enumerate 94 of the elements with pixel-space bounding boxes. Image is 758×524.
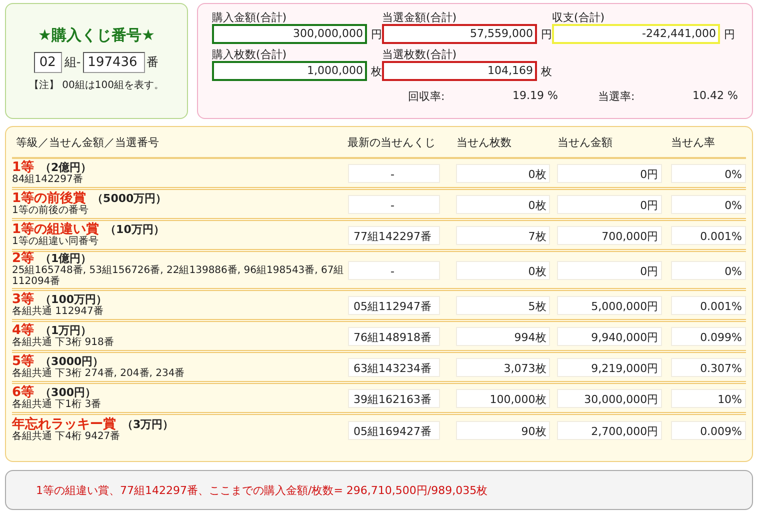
total-field: 1,000,000 bbox=[212, 61, 367, 81]
grade-label: 1等の組違い賞 bbox=[12, 222, 100, 236]
winning-numbers: 各組共通 下3桁 274番, 204番, 234番 bbox=[12, 368, 186, 378]
total-label: 購入枚数(合計) bbox=[212, 47, 288, 61]
table-cell: - bbox=[348, 260, 440, 280]
table-cell: 5,000,000円 bbox=[557, 296, 662, 314]
grade-label: 5等 bbox=[12, 354, 34, 368]
table-cell: 05組169427番 bbox=[348, 421, 440, 440]
table-cell: 0円 bbox=[557, 260, 662, 280]
table-cell: 10% bbox=[671, 388, 746, 408]
group-unit: 組- bbox=[64, 54, 81, 71]
table-cell: 700,000円 bbox=[557, 226, 662, 244]
ratio-value: 10.42 % bbox=[692, 89, 738, 104]
total-field: 104,169 bbox=[382, 61, 537, 81]
table-cell: - bbox=[348, 164, 440, 182]
table-cell: 0枚 bbox=[456, 194, 550, 214]
table-cell: 7枚 bbox=[456, 226, 550, 244]
table-cell: 63組143234番 bbox=[348, 358, 440, 376]
unit-label: 円 bbox=[541, 26, 552, 42]
winning-numbers: 各組共通 下4桁 9427番 bbox=[12, 431, 122, 442]
total-field: 57,559,000 bbox=[382, 24, 537, 44]
note-text: 【注】 00組は100組を表す。 bbox=[29, 78, 164, 92]
winning-numbers: 25組165748番, 53組156726番, 22組139886番, 96組198543番, 67組112094番 bbox=[12, 265, 345, 287]
table-cell: 0.099% bbox=[671, 326, 746, 346]
ratio-label: 回収率: bbox=[408, 89, 446, 104]
table-cell: 0.001% bbox=[671, 296, 746, 314]
grade-label: 1等の前後賞 bbox=[12, 190, 86, 206]
table-cell: 0枚 bbox=[456, 260, 550, 280]
table-cell: 05組112947番 bbox=[348, 296, 440, 314]
table-cell: 0% bbox=[671, 260, 746, 280]
table-cell: 0.307% bbox=[671, 358, 746, 376]
grade-label: 2等 bbox=[12, 251, 34, 266]
total-field: 300,000,000 bbox=[212, 24, 367, 44]
total-label: 購入金額(合計) bbox=[212, 10, 288, 24]
total-label: 当選枚数(合計) bbox=[382, 47, 458, 61]
unit-label: 枚 bbox=[371, 64, 382, 78]
prize-amount: （2億円） bbox=[40, 160, 92, 174]
grade-label: 1等 bbox=[12, 160, 34, 174]
column-header: 当せん金額 bbox=[557, 134, 614, 150]
winning-numbers: 各組共通 下1桁 3番 bbox=[12, 398, 102, 410]
prize-amount: （300円） bbox=[40, 386, 96, 398]
table-cell: 3,073枚 bbox=[456, 358, 550, 376]
table-cell: 9,940,000円 bbox=[557, 326, 662, 346]
table-cell: 30,000,000円 bbox=[557, 388, 662, 408]
column-header: 等級／当せん金額／当選番号 bbox=[15, 134, 160, 150]
winning-numbers: 各組共通 112947番 bbox=[12, 306, 104, 316]
table-cell: 90枚 bbox=[456, 421, 550, 440]
table-cell: 5枚 bbox=[456, 296, 550, 314]
grade-label: 年忘れラッキー賞 bbox=[12, 417, 116, 432]
number-field[interactable]: 197436 bbox=[82, 52, 145, 73]
grade-label: 6等 bbox=[12, 384, 34, 400]
prize-amount: （10万円） bbox=[105, 222, 164, 236]
unit-label: 円 bbox=[724, 26, 735, 42]
table-cell: 76組148918番 bbox=[348, 326, 440, 346]
table-cell: 994枚 bbox=[456, 326, 550, 346]
table-cell: - bbox=[348, 194, 440, 214]
grade-label: 4等 bbox=[12, 322, 34, 338]
prize-amount: （1億円） bbox=[40, 252, 92, 265]
table-cell: 0円 bbox=[557, 164, 662, 182]
table-cell: 9,219,000円 bbox=[557, 358, 662, 376]
prize-amount: （1万円） bbox=[40, 324, 92, 336]
table-cell: 0.001% bbox=[671, 226, 746, 244]
table-cell: 0% bbox=[671, 194, 746, 214]
unit-label: 枚 bbox=[541, 64, 552, 78]
unit-label: 円 bbox=[371, 26, 382, 42]
table-cell: 0.009% bbox=[671, 421, 746, 440]
number-unit: 番 bbox=[146, 54, 159, 71]
prize-amount: （5000万円） bbox=[92, 192, 167, 204]
table-cell: 39組162163番 bbox=[348, 388, 440, 408]
column-header: 当せん枚数 bbox=[456, 134, 512, 150]
ratio-value: 19.19 % bbox=[512, 89, 558, 104]
group-field[interactable]: 02 bbox=[34, 52, 62, 73]
table-cell: 0% bbox=[671, 164, 746, 182]
ratio-label: 当選率: bbox=[598, 89, 636, 104]
winning-numbers: 1等の組違い同番号 bbox=[12, 236, 100, 246]
result-message: 1等の組違い賞、77組142297番、ここまでの購入金額/枚数= 296,710,500円/989,035枚 bbox=[36, 482, 488, 498]
total-label: 収支(合計) bbox=[552, 10, 606, 24]
table-cell: 77組142297番 bbox=[348, 226, 440, 244]
ticket-title: ★購入くじ番号★ bbox=[38, 26, 155, 45]
column-header: 最新の当せんくじ bbox=[348, 134, 437, 150]
column-header: 当せん率 bbox=[671, 134, 716, 150]
table-cell: 0円 bbox=[557, 194, 662, 214]
prize-amount: （3000円） bbox=[40, 354, 104, 368]
prize-amount: （100万円） bbox=[40, 292, 108, 306]
table-cell: 0枚 bbox=[456, 164, 550, 182]
table-cell: 100,000枚 bbox=[456, 388, 550, 408]
grade-label: 3等 bbox=[12, 292, 34, 306]
winning-numbers: 84組142297番 bbox=[12, 174, 84, 184]
table-cell: 2,700,000円 bbox=[557, 421, 662, 440]
total-field: -242,441,000 bbox=[552, 24, 720, 44]
prize-amount: （3万円） bbox=[122, 418, 174, 431]
total-label: 当選金額(合計) bbox=[382, 10, 458, 24]
winning-numbers: 1等の前後の番号 bbox=[12, 204, 90, 216]
winning-numbers: 各組共通 下3桁 918番 bbox=[12, 336, 115, 348]
